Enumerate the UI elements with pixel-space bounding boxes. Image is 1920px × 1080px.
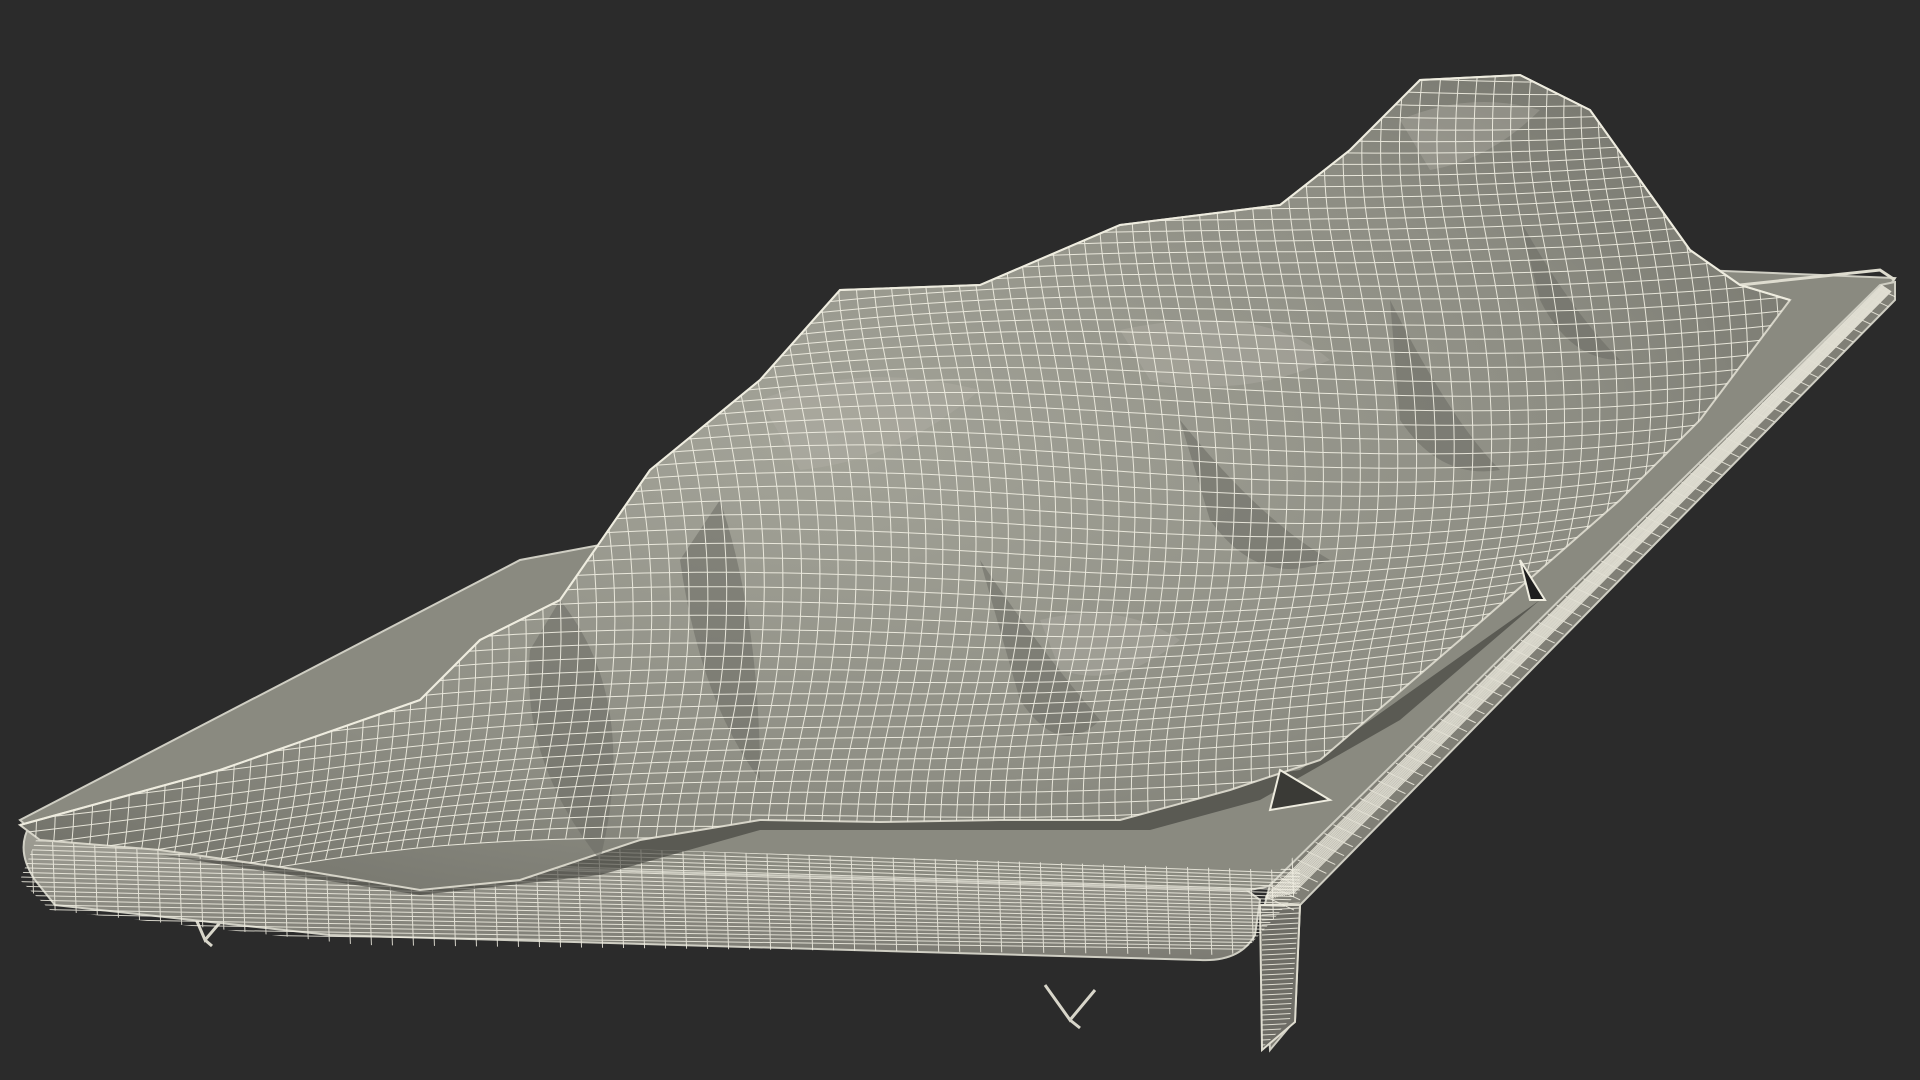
wireframe-render (0, 0, 1920, 1080)
render-viewport (0, 0, 1920, 1080)
